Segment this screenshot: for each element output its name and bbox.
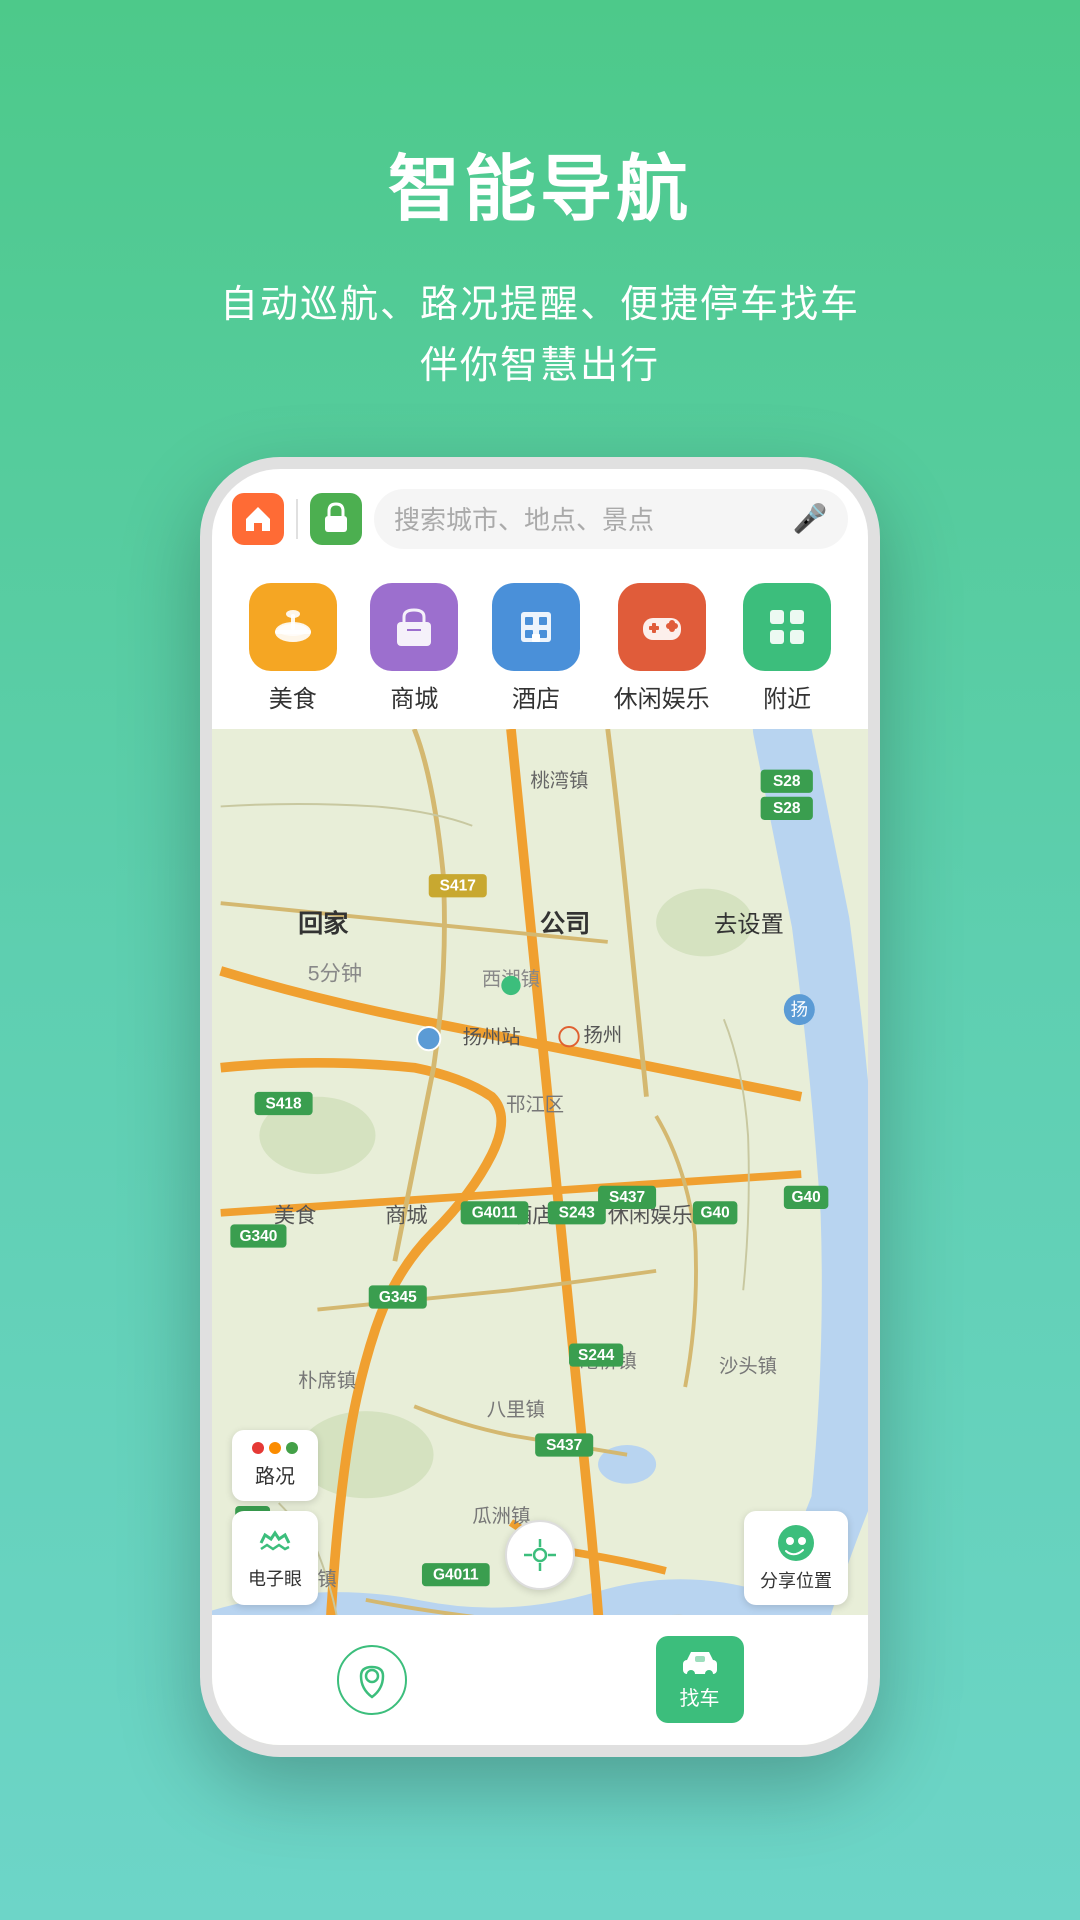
lock-button[interactable]	[310, 493, 362, 545]
svg-text:S244: S244	[578, 1346, 615, 1363]
divider	[296, 499, 298, 539]
traffic-label: 路况	[255, 1460, 295, 1489]
svg-text:G4011: G4011	[433, 1566, 479, 1583]
nav-location-icon-circle	[337, 1645, 407, 1715]
dot-orange	[269, 1442, 281, 1454]
svg-text:G4011: G4011	[472, 1204, 518, 1221]
category-shop[interactable]: 商城	[370, 583, 458, 714]
find-car-icon	[681, 1648, 719, 1678]
location-icon	[522, 1537, 558, 1573]
hotel-label: 酒店	[512, 679, 560, 714]
nearby-label: 附近	[763, 679, 811, 714]
svg-text:公司: 公司	[540, 910, 590, 938]
svg-text:桃湾镇: 桃湾镇	[530, 770, 588, 792]
category-hotel[interactable]: 酒店	[492, 583, 580, 714]
location-circle	[505, 1520, 575, 1590]
phone-mockup: 桃湾镇 回家 公司 去设置 5分钟 西湖镇 扬州站 扬州 扬 邗江区 美食 商城	[200, 457, 880, 1757]
phone-frame: 桃湾镇 回家 公司 去设置 5分钟 西湖镇 扬州站 扬州 扬 邗江区 美食 商城	[200, 457, 880, 1757]
food-label: 美食	[269, 679, 317, 714]
top-search-bar: 搜索城市、地点、景点 🎤	[212, 469, 868, 569]
bottom-left-controls: 路况 电子眼	[232, 1430, 318, 1605]
svg-text:邗江区: 邗江区	[506, 1094, 564, 1116]
svg-text:S417: S417	[440, 877, 476, 894]
dot-red	[252, 1442, 264, 1454]
search-placeholder: 搜索城市、地点、景点	[394, 500, 782, 537]
hero-subtitle: 自动巡航、路况提醒、便捷停车找车 伴你智慧出行	[220, 275, 860, 397]
shop-bag-icon	[389, 602, 439, 652]
lock-icon	[321, 502, 351, 536]
shop-icon-bg	[370, 583, 458, 671]
svg-text:去设置: 去设置	[714, 911, 784, 937]
electronic-eye-label: 电子眼	[248, 1565, 302, 1591]
location-button[interactable]	[505, 1520, 575, 1590]
svg-text:沙头镇: 沙头镇	[719, 1355, 777, 1377]
svg-text:G40: G40	[701, 1204, 730, 1221]
home-button[interactable]	[232, 493, 284, 545]
home-icon	[242, 503, 274, 535]
fun-label: 休闲娱乐	[614, 679, 710, 714]
svg-text:扬州: 扬州	[584, 1024, 623, 1046]
svg-text:G40: G40	[791, 1189, 820, 1206]
dot-green	[286, 1442, 298, 1454]
gamepad-icon	[637, 602, 687, 652]
page-title: 智能导航	[388, 130, 692, 235]
traffic-button[interactable]: 路况	[232, 1430, 318, 1501]
svg-text:八里镇: 八里镇	[487, 1399, 545, 1421]
wechat-icon	[776, 1523, 816, 1563]
nearby-icon-bg	[743, 583, 831, 671]
microphone-icon[interactable]: 🎤	[792, 501, 828, 537]
category-fun[interactable]: 休闲娱乐	[614, 583, 710, 714]
svg-text:S28: S28	[773, 800, 801, 817]
nav-location-icon	[353, 1661, 391, 1699]
share-location-button[interactable]: 分享位置	[744, 1511, 848, 1605]
food-bowl-icon	[268, 602, 318, 652]
svg-text:S418: S418	[266, 1095, 303, 1112]
find-car-label: 找车	[680, 1682, 720, 1711]
electronic-eye-button[interactable]: 电子眼	[232, 1511, 318, 1605]
share-location-label: 分享位置	[760, 1567, 832, 1593]
nav-item-location[interactable]	[337, 1645, 407, 1715]
search-bar[interactable]: 搜索城市、地点、景点 🎤	[374, 489, 848, 549]
category-nearby[interactable]: 附近	[743, 583, 831, 714]
bottom-navigation: 找车	[212, 1615, 868, 1745]
svg-text:扬: 扬	[791, 999, 808, 1019]
svg-text:G345: G345	[379, 1288, 417, 1305]
svg-text:G340: G340	[240, 1227, 278, 1244]
hotel-building-icon	[511, 602, 561, 652]
category-row: 美食 商城	[212, 569, 868, 729]
nearby-grid-icon	[762, 602, 812, 652]
food-icon	[249, 583, 337, 671]
svg-text:S437: S437	[546, 1436, 582, 1453]
traffic-dots	[252, 1442, 298, 1454]
bottom-right-controls: 分享位置	[744, 1511, 848, 1605]
svg-text:S28: S28	[773, 773, 801, 790]
svg-text:扬州站: 扬州站	[463, 1026, 521, 1048]
shop-label: 商城	[390, 679, 438, 714]
svg-text:回家: 回家	[298, 909, 349, 938]
category-food[interactable]: 美食	[249, 583, 337, 714]
svg-text:S437: S437	[609, 1189, 645, 1206]
fun-icon-bg	[618, 583, 706, 671]
hotel-icon-bg	[492, 583, 580, 671]
svg-text:S243: S243	[559, 1204, 596, 1221]
electronic-eye-icon	[257, 1525, 293, 1561]
svg-text:商城: 商城	[385, 1203, 428, 1227]
svg-text:美食: 美食	[274, 1203, 317, 1227]
svg-text:5分钟: 5分钟	[308, 961, 362, 985]
nav-item-find-car[interactable]: 找车	[656, 1636, 744, 1723]
map-area[interactable]: 桃湾镇 回家 公司 去设置 5分钟 西湖镇 扬州站 扬州 扬 邗江区 美食 商城	[212, 729, 868, 1745]
svg-text:朴席镇: 朴席镇	[298, 1370, 356, 1392]
